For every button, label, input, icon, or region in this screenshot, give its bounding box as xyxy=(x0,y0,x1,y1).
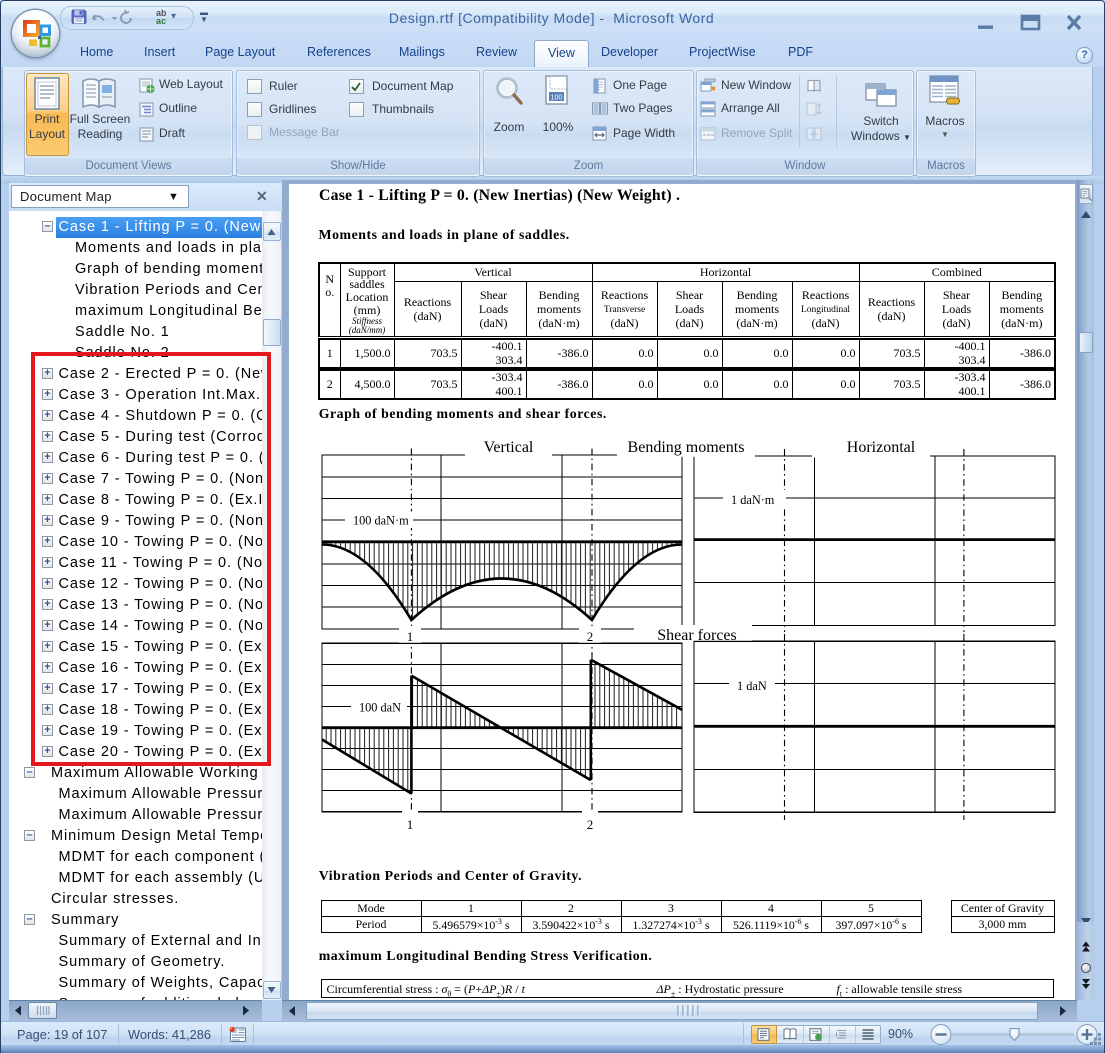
svg-text:100: 100 xyxy=(551,94,563,101)
svg-text:1: 1 xyxy=(407,817,414,832)
svg-text:100 daN: 100 daN xyxy=(359,701,401,715)
svg-text:Horizontal: Horizontal xyxy=(847,439,916,456)
svg-text:2: 2 xyxy=(587,817,594,832)
svg-text:2: 2 xyxy=(587,629,594,644)
svg-text:Vertical: Vertical xyxy=(484,439,534,456)
svg-text:100 daN·m: 100 daN·m xyxy=(353,514,409,528)
svg-text:1 daN: 1 daN xyxy=(737,679,767,693)
svg-text:1 daN·m: 1 daN·m xyxy=(731,493,775,507)
svg-text:Bending moments: Bending moments xyxy=(628,439,745,456)
svg-text:1: 1 xyxy=(407,629,414,644)
svg-text:Shear forces: Shear forces xyxy=(657,627,737,644)
